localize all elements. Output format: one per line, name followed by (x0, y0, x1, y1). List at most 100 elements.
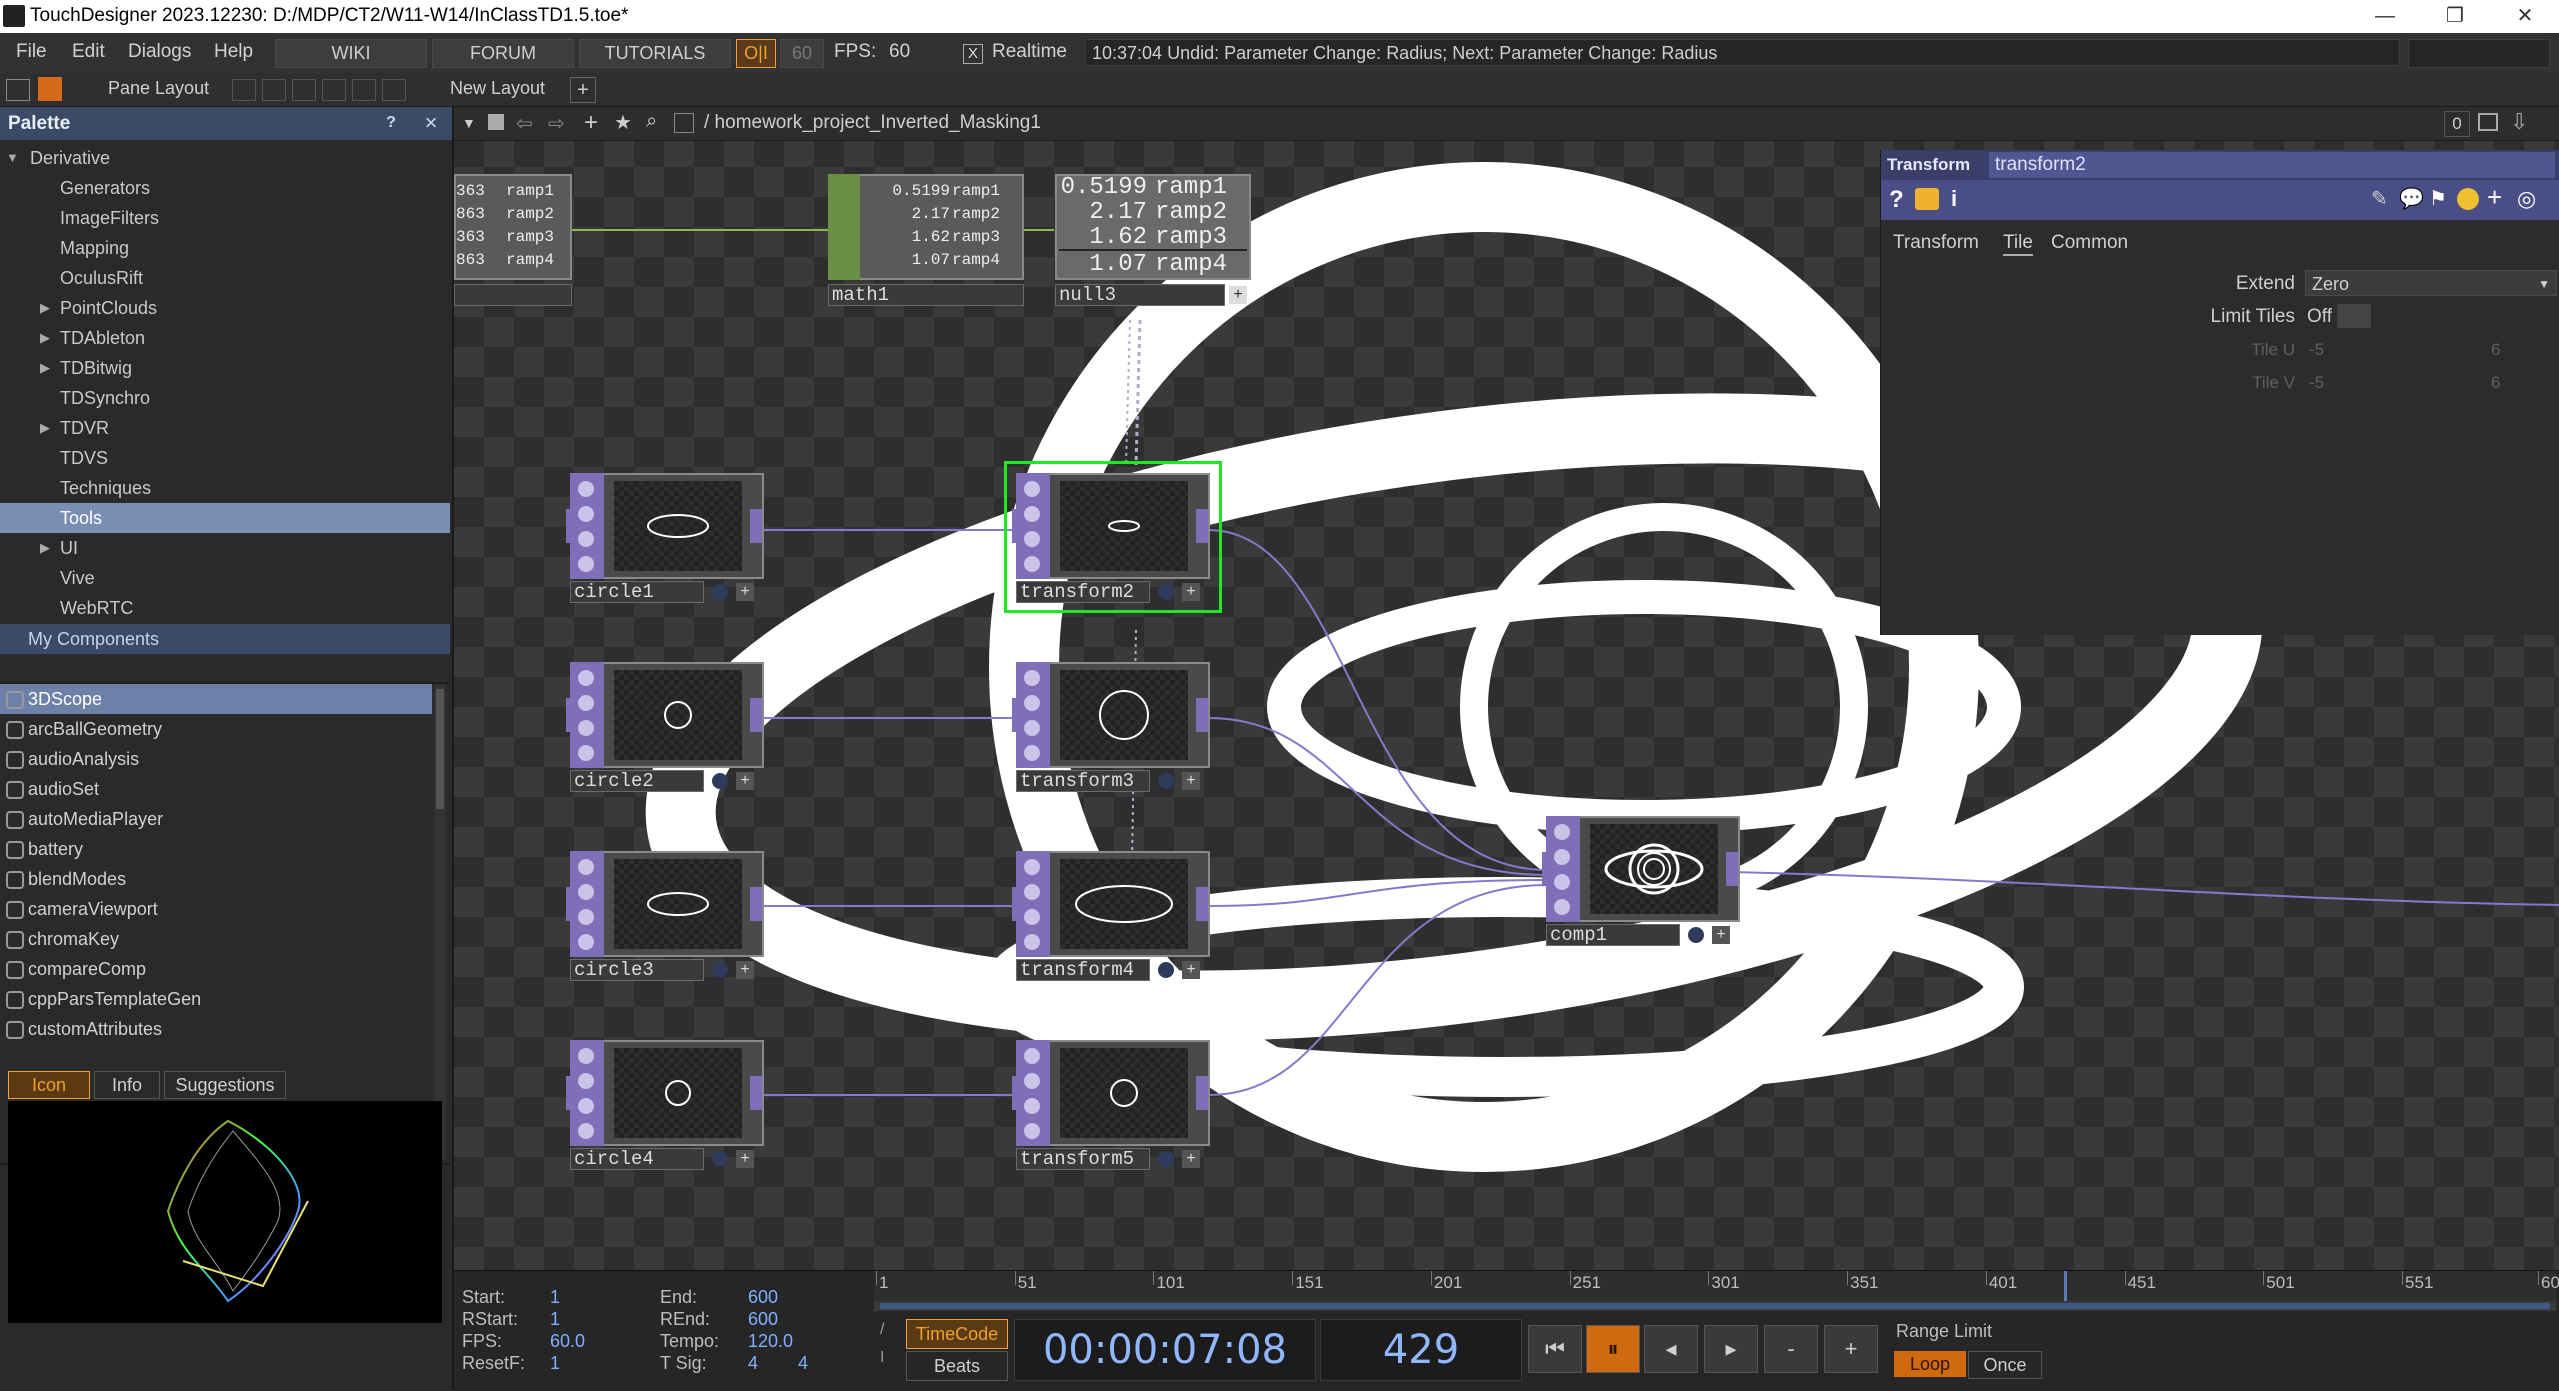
add-param-icon[interactable]: + (2487, 182, 2502, 213)
info-icon[interactable]: i (1951, 186, 1957, 212)
add-icon[interactable]: + (736, 1150, 754, 1168)
fps-cap-field[interactable]: 60 (780, 39, 824, 68)
math1-node[interactable]: 0.5199 ramp1 2.17 ramp2 1.62 ramp3 1.07 ramp4 m… (828, 174, 1024, 310)
minimize-button[interactable]: — (2350, 0, 2420, 33)
add-icon[interactable]: + (736, 772, 754, 790)
split-pane-icon[interactable] (38, 77, 62, 101)
tree-item-tdableton[interactable]: ▶ TDAbleton (0, 323, 450, 353)
increase-button[interactable]: + (1824, 1325, 1878, 1373)
component-item[interactable]: chromaKey (0, 924, 432, 954)
arrow-flag-icon[interactable] (578, 695, 594, 711)
tab-icon[interactable]: Icon (8, 1071, 90, 1099)
input-connector[interactable] (1012, 887, 1022, 921)
gear-flag-icon[interactable] (1024, 481, 1040, 497)
step-forward-button[interactable]: ▸ (1704, 1325, 1758, 1373)
counter-field[interactable]: 0 (2444, 111, 2470, 137)
input-connector[interactable] (566, 509, 576, 543)
input-connector[interactable] (1542, 852, 1552, 886)
circle1-node[interactable]: circle1 + (566, 473, 764, 605)
add-icon[interactable]: + (1229, 286, 1247, 304)
tsig-denominator[interactable]: 4 (798, 1353, 808, 1374)
back-arrow-icon[interactable]: ⇦ (516, 111, 533, 136)
component-item[interactable]: audioAnalysis (0, 744, 432, 774)
realtime-checkbox[interactable]: X (963, 44, 983, 64)
tree-item-imagefilters[interactable]: ImageFilters (0, 203, 450, 233)
timecode-display[interactable]: 00:00:07:08 (1014, 1319, 1316, 1381)
node-name[interactable]: transform3 (1020, 770, 1134, 792)
viewer-toggle-icon[interactable] (1158, 584, 1174, 600)
toggle-flag-icon[interactable] (1024, 531, 1040, 547)
viewer-toggle-icon[interactable] (1158, 1151, 1174, 1167)
input-connector[interactable] (566, 1076, 576, 1110)
dot-flag-icon[interactable] (1024, 1123, 1040, 1139)
perform-mode-button[interactable]: O|I (736, 39, 776, 68)
dropdown-icon[interactable]: ▼ (462, 115, 478, 131)
input-connector[interactable] (566, 887, 576, 921)
add-icon[interactable]: + (1182, 961, 1200, 979)
component-item[interactable]: 3DScope (0, 684, 432, 714)
tree-root-derivative[interactable]: ▼ Derivative (0, 143, 450, 173)
layout-split-h-icon[interactable] (292, 79, 316, 101)
dot-flag-icon[interactable] (578, 745, 594, 761)
tile-v-max[interactable]: 6 (2491, 373, 2500, 393)
transform5-node[interactable]: transform5 + (1012, 1040, 1210, 1172)
gear-flag-icon[interactable] (1024, 670, 1040, 686)
forward-arrow-icon[interactable]: ⇨ (548, 111, 565, 136)
dot-flag-icon[interactable] (1554, 899, 1570, 915)
dot-flag-icon[interactable] (578, 556, 594, 572)
arrow-flag-icon[interactable] (1554, 849, 1570, 865)
gear-flag-icon[interactable] (1024, 1048, 1040, 1064)
timecode-mode-button[interactable]: TimeCode (906, 1319, 1008, 1349)
tree-item-oculusrift[interactable]: OculusRift (0, 263, 450, 293)
flag-icon[interactable]: ⚑ (2429, 186, 2447, 211)
input-connector[interactable] (1012, 509, 1022, 543)
edit-icon[interactable]: ✎ (2371, 186, 2388, 211)
gear-flag-icon[interactable] (1024, 859, 1040, 875)
arrow-flag-icon[interactable] (1024, 506, 1040, 522)
expand-triangle-icon[interactable]: ▶ (40, 293, 50, 323)
arrow-flag-icon[interactable] (1024, 1073, 1040, 1089)
circle3-node[interactable]: circle3 + (566, 851, 764, 983)
tutorials-button[interactable]: TUTORIALS (579, 39, 731, 68)
output-connector[interactable] (1726, 852, 1738, 886)
expand-triangle-icon[interactable]: ▶ (40, 323, 50, 353)
palette-help-button[interactable]: ? (378, 111, 404, 135)
stop-icon[interactable] (488, 114, 504, 130)
add-icon[interactable]: + (736, 961, 754, 979)
component-item[interactable]: audioSet (0, 774, 432, 804)
add-icon[interactable]: + (1182, 583, 1200, 601)
menu-dialogs[interactable]: Dialogs (128, 41, 191, 63)
component-item[interactable]: battery (0, 834, 432, 864)
beats-mode-button[interactable]: Beats (906, 1351, 1008, 1381)
tsig-numerator[interactable]: 4 (748, 1353, 758, 1374)
node-name[interactable]: comp1 (1550, 924, 1607, 946)
toggle-flag-icon[interactable] (1554, 874, 1570, 890)
menu-file[interactable]: File (16, 41, 47, 63)
tree-item-ui[interactable]: ▶ UI (0, 533, 450, 563)
viewer-toggle-icon[interactable] (1158, 962, 1174, 978)
restore-button[interactable]: ❐ (2420, 0, 2490, 33)
layout-triple-icon[interactable] (322, 79, 346, 101)
timeline-mode-icon[interactable]: I (880, 1349, 900, 1369)
viewer-toggle-icon[interactable] (712, 1151, 728, 1167)
pause-button[interactable]: ⏸ (1586, 1325, 1640, 1373)
rstart-value[interactable]: 1 (550, 1309, 560, 1330)
node-name[interactable]: circle1 (574, 581, 654, 603)
python-icon[interactable] (2457, 188, 2479, 210)
output-connector[interactable] (750, 887, 762, 921)
tree-item-mapping[interactable]: Mapping (0, 233, 450, 263)
arrow-flag-icon[interactable] (1024, 695, 1040, 711)
node-name[interactable]: null3 (1059, 284, 1116, 306)
toggle-flag-icon[interactable] (578, 1098, 594, 1114)
toggle-flag-icon[interactable] (578, 531, 594, 547)
transform2-node[interactable]: transform2 + (1004, 461, 1222, 613)
arrow-flag-icon[interactable] (578, 1073, 594, 1089)
toggle-flag-icon[interactable] (1024, 720, 1040, 736)
tile-u-min[interactable]: -5 (2309, 340, 2324, 360)
viewer-toggle-icon[interactable] (1158, 773, 1174, 789)
dot-flag-icon[interactable] (578, 1123, 594, 1139)
tree-item-pointclouds[interactable]: ▶ PointClouds (0, 293, 450, 323)
forum-button[interactable]: FORUM (432, 39, 574, 68)
end-value[interactable]: 600 (748, 1287, 778, 1308)
tab-suggestions[interactable]: Suggestions (164, 1071, 286, 1099)
